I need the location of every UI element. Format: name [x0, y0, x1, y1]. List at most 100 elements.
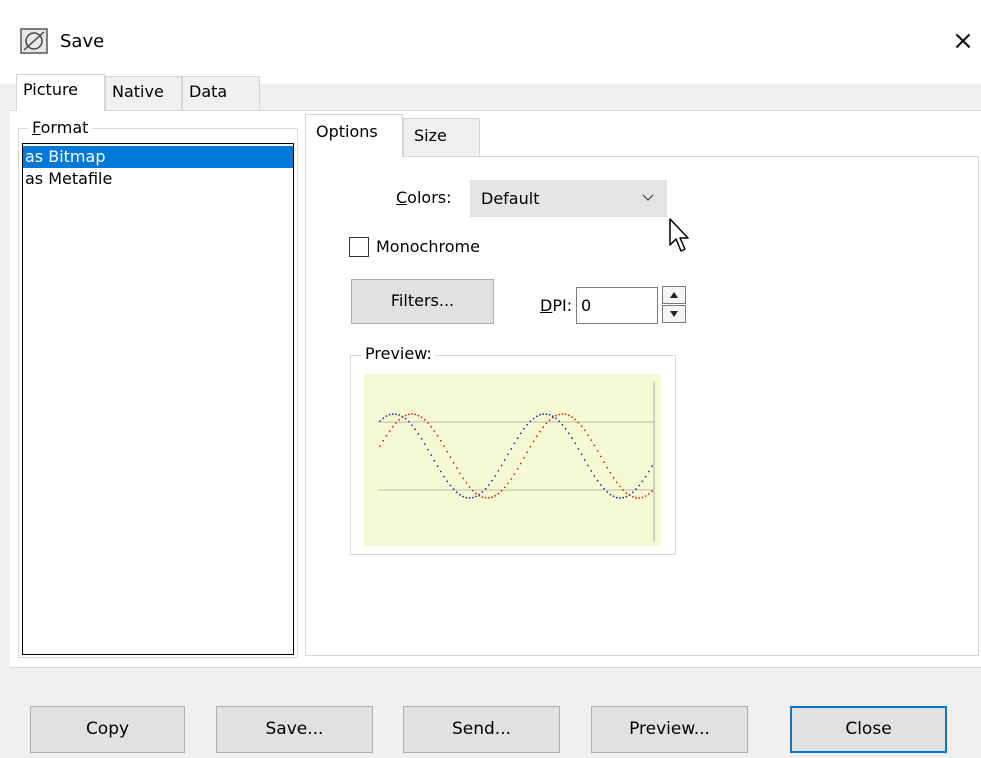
- preview-dot: [612, 476, 615, 479]
- send-button[interactable]: Send...: [403, 706, 560, 753]
- preview-dot: [407, 413, 410, 416]
- preview-dot: [430, 454, 433, 456]
- preview-dot: [388, 413, 391, 416]
- preview-dot: [468, 497, 471, 499]
- dpi-input[interactable]: 0: [576, 287, 658, 324]
- preview-dot: [417, 414, 420, 417]
- preview-dot: [388, 430, 391, 432]
- preview-dot: [619, 485, 621, 488]
- preview-dot: [459, 472, 461, 475]
- preview-dot: [382, 417, 385, 420]
- preview-dot: [599, 484, 602, 486]
- dpi-label: DPI:: [540, 296, 572, 315]
- preview-dot: [414, 413, 417, 416]
- preview-button[interactable]: Preview...: [591, 706, 748, 753]
- preview-dot: [443, 445, 445, 447]
- tab-options[interactable]: Options: [305, 114, 403, 157]
- arrow-up-icon: [670, 292, 678, 298]
- preview-dot: [494, 494, 497, 497]
- dpi-spinner[interactable]: [662, 286, 686, 324]
- preview-dot: [404, 414, 407, 417]
- preview-dot: [647, 470, 650, 473]
- tab-size[interactable]: Size: [403, 118, 480, 156]
- format-item-bitmap[interactable]: as Bitmap: [23, 146, 293, 168]
- preview-dot: [564, 427, 567, 430]
- preview-dot: [459, 493, 461, 496]
- preview-dot: [647, 493, 650, 495]
- preview-label: Preview:: [362, 344, 435, 363]
- preview-dot: [561, 413, 564, 415]
- preview-dot: [615, 481, 618, 484]
- preview-dot: [603, 487, 605, 490]
- preview-dot: [583, 459, 586, 461]
- preview-dot: [523, 427, 525, 430]
- preview-dot: [446, 450, 449, 453]
- preview-dot: [532, 417, 535, 420]
- tab-picture[interactable]: Picture: [16, 74, 105, 111]
- preview-dot: [631, 491, 634, 494]
- preview-dot: [420, 437, 423, 440]
- monochrome-checkbox[interactable]: [349, 237, 369, 257]
- preview-dot: [446, 480, 449, 483]
- preview-dot: [436, 465, 439, 468]
- save-button[interactable]: Save...: [216, 706, 373, 753]
- preview-dot: [535, 415, 538, 418]
- filters-button[interactable]: Filters...: [351, 279, 494, 324]
- preview-dot: [577, 448, 580, 450]
- format-group-label: Format: [28, 118, 93, 137]
- preview-dot: [612, 495, 615, 498]
- preview-dot: [382, 439, 385, 442]
- preview-dot: [391, 425, 394, 428]
- preview-dot: [494, 475, 497, 477]
- preview-dot: [487, 484, 490, 486]
- spin-up-button[interactable]: [662, 286, 686, 304]
- dpi-label-accel: D: [540, 296, 553, 315]
- preview-dot: [567, 414, 570, 417]
- colors-dropdown[interactable]: Default: [470, 180, 667, 217]
- close-icon[interactable]: ×: [946, 24, 980, 58]
- preview-dot: [423, 443, 426, 445]
- close-button[interactable]: Close: [790, 706, 947, 753]
- preview-dot: [465, 496, 468, 499]
- preview-dot: [513, 473, 516, 475]
- preview-dot: [411, 424, 413, 427]
- format-item-metafile[interactable]: as Metafile: [23, 168, 293, 190]
- copy-button[interactable]: Copy: [30, 706, 185, 753]
- preview-dot: [571, 416, 573, 418]
- preview-dot: [638, 484, 641, 487]
- monochrome-label: Monochrome: [376, 237, 480, 256]
- preview-dot: [651, 465, 653, 468]
- preview-dot: [625, 492, 628, 494]
- tab-data[interactable]: Data: [182, 76, 260, 110]
- spin-down-button[interactable]: [662, 305, 686, 323]
- preview-dot: [593, 444, 596, 447]
- mouse-pointer-icon: [668, 217, 696, 255]
- preview-dot: [455, 491, 458, 494]
- format-label-accel: F: [32, 118, 41, 137]
- preview-dot: [475, 492, 477, 495]
- preview-dot: [471, 496, 474, 499]
- preview-dot: [484, 487, 487, 490]
- format-list[interactable]: as Bitmap as Metafile: [22, 143, 294, 655]
- preview-dot: [606, 491, 609, 493]
- preview-dot: [398, 414, 401, 416]
- preview-dot: [471, 489, 474, 492]
- preview-dot: [500, 464, 503, 467]
- preview-dot: [532, 440, 535, 443]
- preview-dot: [606, 466, 609, 469]
- preview-dot: [513, 442, 516, 445]
- preview-dot: [379, 445, 381, 447]
- preview-dot: [433, 430, 436, 432]
- preview-dot: [641, 480, 644, 483]
- preview-dot: [545, 422, 548, 425]
- preview-dot: [433, 459, 436, 462]
- preview-dot: [519, 432, 522, 435]
- colors-selected-value: Default: [481, 189, 540, 208]
- preview-dot: [548, 413, 551, 416]
- tab-native[interactable]: Native: [105, 76, 182, 110]
- preview-dot: [481, 491, 484, 493]
- preview-dot: [580, 425, 583, 428]
- dpi-label-text: PI:: [552, 296, 573, 315]
- preview-dot: [507, 482, 509, 485]
- preview-dot: [379, 420, 381, 422]
